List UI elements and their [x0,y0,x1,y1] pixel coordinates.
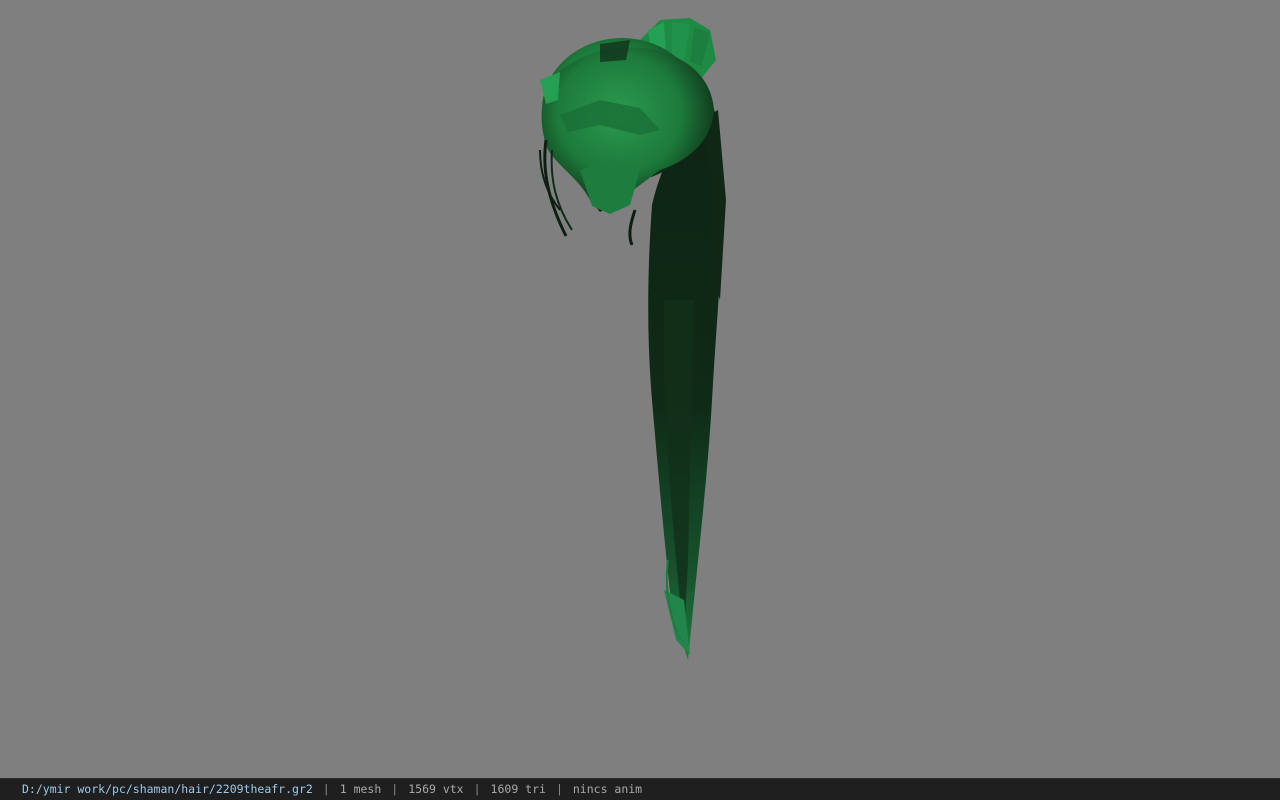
status-bar: D:/ymir work/pc/shaman/hair/2209theafr.g… [0,778,1280,800]
triangle-count: 1609 tri [490,782,546,796]
hair-model-render [539,18,726,660]
separator: | [555,782,563,796]
animation-status: nincs anim [572,782,643,796]
file-path: D:/ymir work/pc/shaman/hair/2209theafr.g… [22,782,313,796]
3d-viewport[interactable] [0,0,1280,778]
separator: | [473,782,481,796]
vertex-count: 1569 vtx [408,782,464,796]
separator: | [322,782,330,796]
separator: | [391,782,399,796]
mesh-count: 1 mesh [339,782,382,796]
